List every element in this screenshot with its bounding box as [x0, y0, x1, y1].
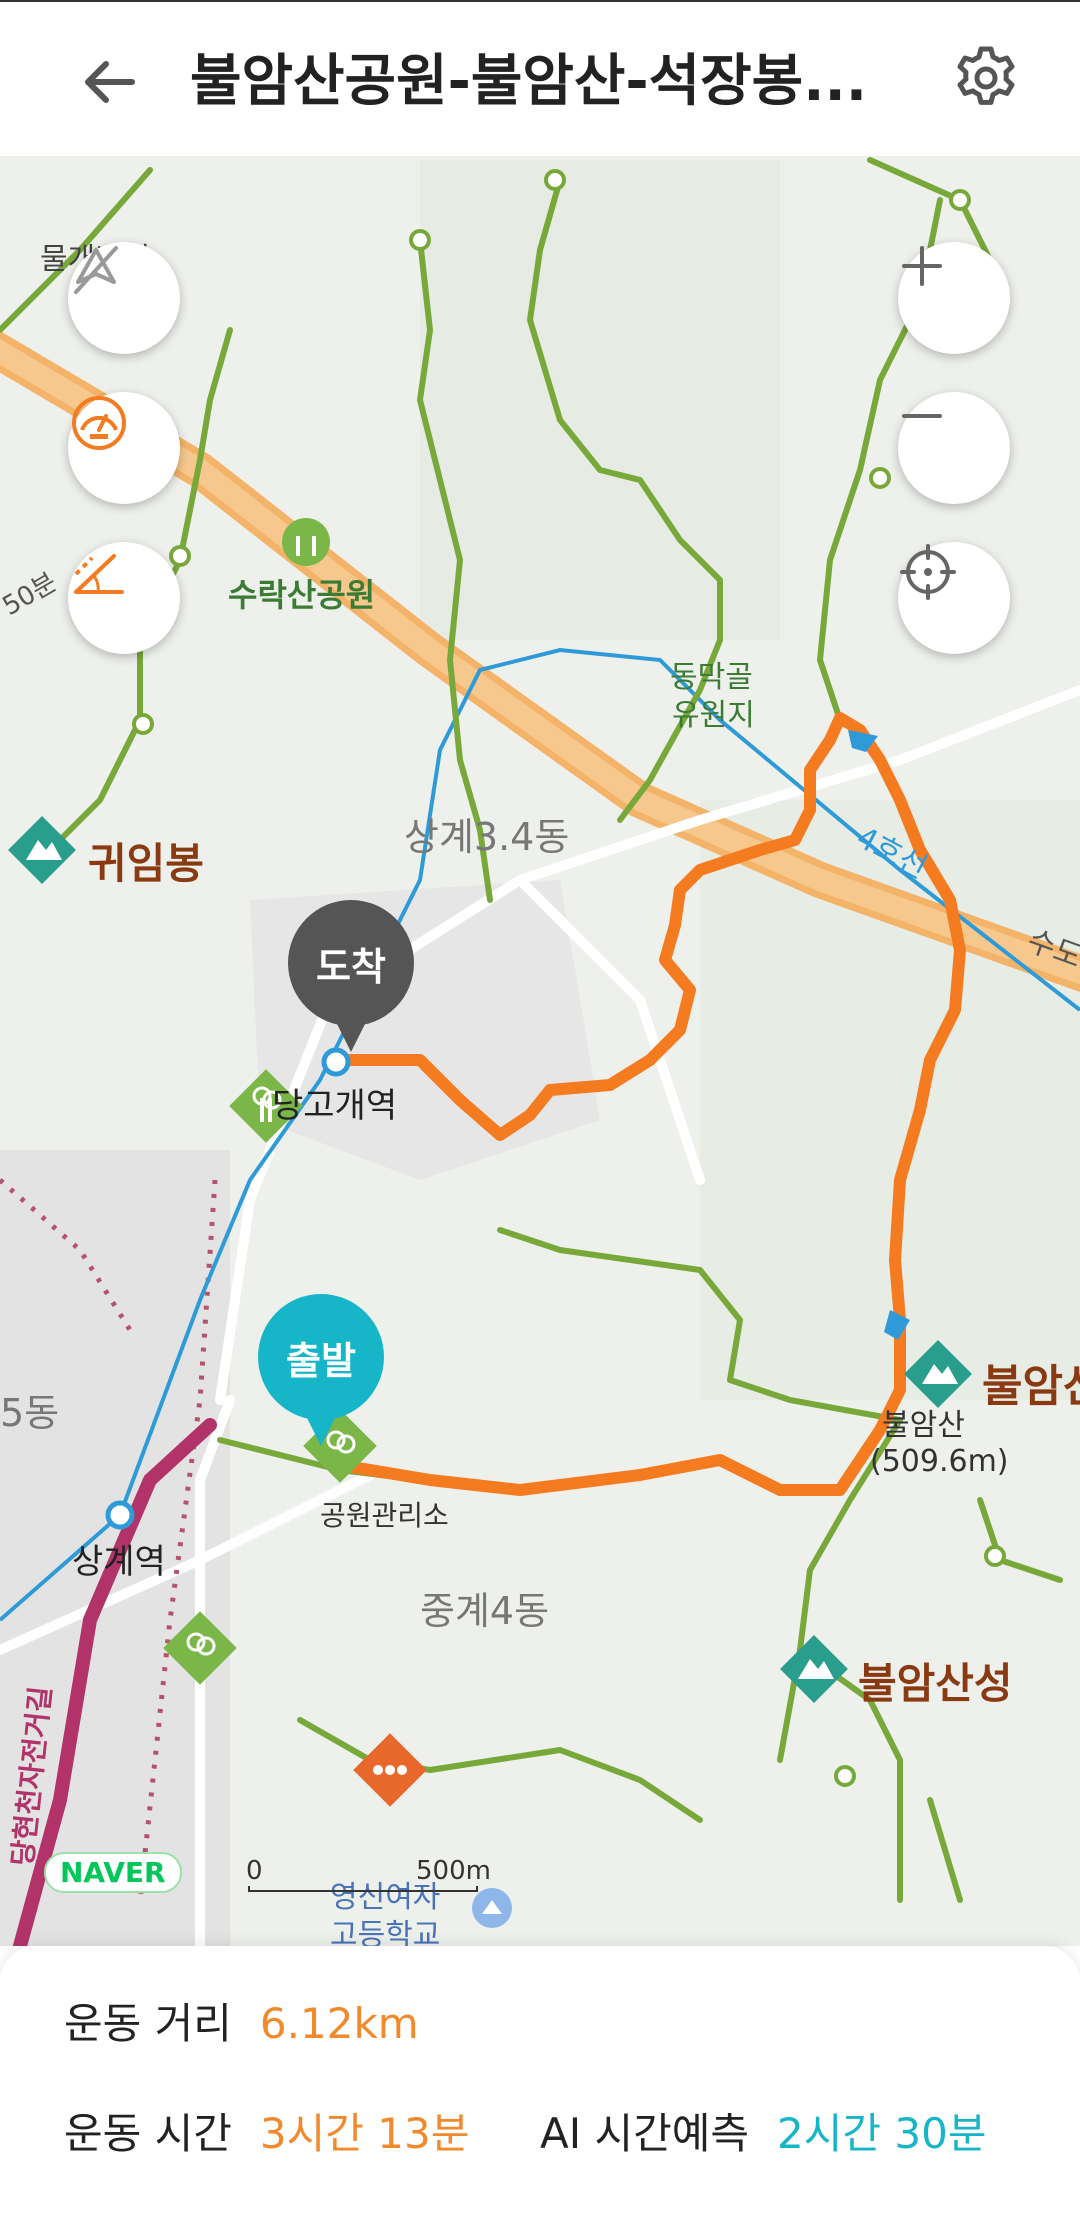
- label-yuwonji: 유원지: [672, 698, 755, 733]
- naver-logo: NAVER: [44, 1852, 182, 1893]
- orange-poi-icon: [353, 1733, 427, 1807]
- arrival-marker[interactable]: 도착: [288, 900, 414, 1052]
- scale-zero: 0: [246, 1856, 263, 1886]
- time-row: 운동 시간 3시간 13분: [64, 2106, 469, 2162]
- ai-estimate-label: AI 시간예측: [540, 2109, 750, 2158]
- distance-row: 운동 거리 6.12km: [64, 1996, 419, 2052]
- label-bulamsan-height: (509.6m): [870, 1444, 1009, 1479]
- back-button[interactable]: [70, 42, 150, 122]
- label-bulamsanseong: 불암산성: [858, 1659, 1013, 1708]
- park-icon-suraksan: [282, 518, 330, 566]
- label-bulamsan-name: 불암산: [882, 1408, 965, 1443]
- top-app-bar: 불암산공원-불암산-석장봉...: [0, 0, 1080, 156]
- locate-button[interactable]: [898, 542, 1010, 654]
- scale-distance: 500m: [416, 1856, 491, 1886]
- label-dong-left: 5동: [0, 1391, 60, 1435]
- distance-label: 운동 거리: [64, 1999, 232, 2048]
- label-sanggye-station: 상계역: [72, 1542, 166, 1582]
- speed-button[interactable]: [68, 392, 180, 504]
- sanggye-station-dot: [105, 1500, 135, 1530]
- compass-button[interactable]: [68, 242, 180, 354]
- label-danggogae: 당고개역: [272, 1086, 398, 1126]
- label-gwimbong: 귀임봉: [88, 839, 204, 888]
- minus-icon: [902, 414, 942, 418]
- slope-icon: [74, 554, 124, 594]
- page-title: 불암산공원-불암산-석장봉...: [190, 49, 868, 114]
- ai-estimate-value: 2시간 30분: [777, 2109, 987, 2158]
- zoom-out-button[interactable]: [898, 392, 1010, 504]
- gear-icon: [957, 46, 1015, 105]
- label-school-2: 고등학교: [330, 1918, 441, 1946]
- workout-stats-panel: 운동 거리 6.12km 운동 시간 3시간 13분 AI 시간예측 2시간 30분: [0, 1946, 1080, 2239]
- arrival-marker-label: 도착: [316, 944, 386, 989]
- scale-line: [248, 1886, 478, 1892]
- compass-off-icon: [74, 246, 118, 294]
- settings-button[interactable]: [946, 38, 1026, 118]
- start-marker[interactable]: 출발: [258, 1294, 384, 1446]
- ai-estimate-row: AI 시간예측 2시간 30분: [540, 2106, 986, 2162]
- label-bulamsan-peak: 불암산: [982, 1361, 1080, 1412]
- time-label: 운동 시간: [64, 2109, 232, 2158]
- distance-value: 6.12km: [259, 1999, 419, 2048]
- label-sanggye34: 상계3.4동: [404, 815, 570, 859]
- crosshair-icon: [900, 544, 956, 600]
- plus-icon: [902, 246, 942, 286]
- speedometer-icon: [72, 396, 126, 450]
- map-view[interactable]: 물개바위 수락산공원 50분 동막골 유원지 상계3.4동 귀임봉 4호선 수도…: [0, 156, 1080, 1946]
- slope-button[interactable]: [68, 542, 180, 654]
- label-park-office: 공원관리소: [320, 1499, 449, 1532]
- gwimbong-peak-icon: [8, 816, 76, 884]
- zoom-in-button[interactable]: [898, 242, 1010, 354]
- start-marker-label: 출발: [286, 1338, 356, 1383]
- arrow-left-icon: [85, 61, 135, 103]
- label-park: 수락산공원: [228, 576, 376, 614]
- hill-shade-1: [420, 160, 780, 640]
- map-scale-bar: 0 500m: [246, 1856, 491, 1896]
- time-value: 3시간 13분: [259, 2109, 470, 2158]
- label-junggye4: 중계4동: [420, 1589, 550, 1633]
- danggogae-station-dot: [321, 1047, 351, 1077]
